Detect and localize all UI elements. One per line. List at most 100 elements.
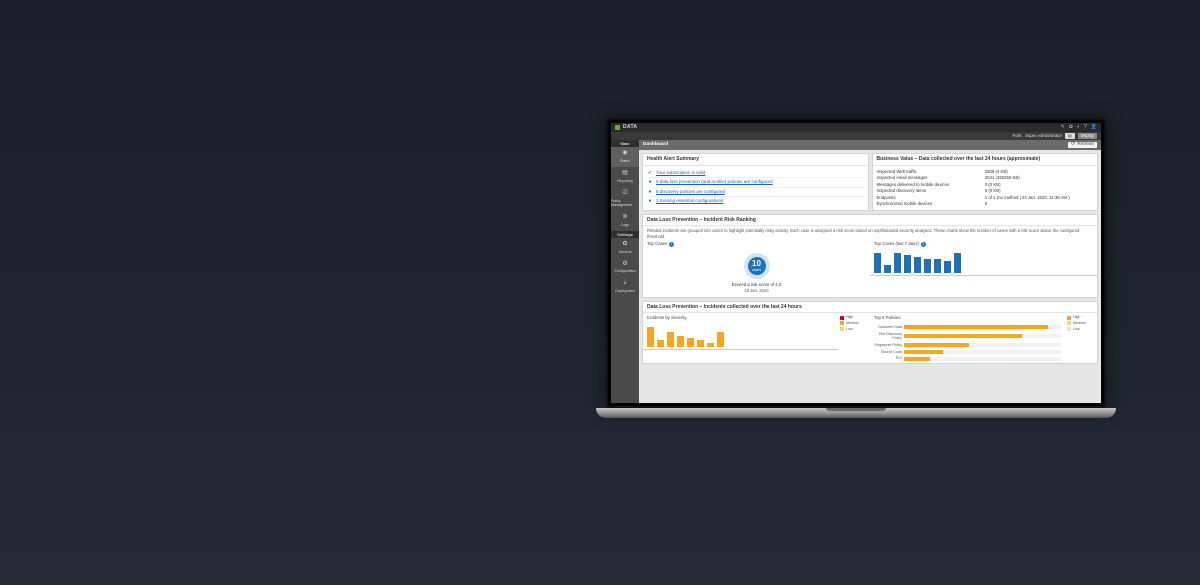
dial-number: 10 (752, 260, 761, 268)
metric-label: Inspected discovery items (877, 188, 985, 194)
settings-flower-icon[interactable]: ✿ (1069, 124, 1073, 131)
refresh-button[interactable]: Refresh (1068, 142, 1097, 148)
metric-value: 1 of 1 (no method | 24 Jan. 2020, 11:38 … (985, 195, 1093, 201)
subheading: Incidents by Severity (647, 315, 687, 321)
legend-label: Low (846, 327, 853, 332)
legend-item: Medium (840, 321, 868, 326)
hbar-row[interactable]: PCI (874, 356, 1061, 361)
bar[interactable] (954, 253, 961, 273)
dial-date: 15 Jan. 2020 (744, 288, 768, 293)
brand-name: DATA (623, 124, 637, 131)
reporting-icon: ▤ (621, 170, 629, 178)
health-link[interactable]: 9 data loss prevention (and mobile) poli… (656, 179, 773, 185)
bar[interactable] (717, 332, 724, 347)
metric-value: 0 (985, 201, 1093, 207)
sidebar-item-label: Configuration (614, 269, 635, 274)
laptop-screen: DATA ✎ ✿ ◐ ? 👤 Role: Super Administrator… (606, 118, 1106, 408)
legend-label: Low (1073, 327, 1080, 332)
top-policies-cell: Top 5 Policies Customer DataTest Discove… (870, 313, 1097, 363)
bar[interactable] (934, 259, 941, 273)
cases-dial[interactable]: 10 cases (744, 253, 770, 279)
bar[interactable] (697, 340, 704, 347)
role-bar: Role: Super Administrator ▤ Deploy (611, 132, 1101, 140)
status-icon: ● (647, 189, 653, 196)
health-row: ●9 data loss prevention (and mobile) pol… (647, 178, 864, 188)
bar[interactable] (914, 257, 921, 273)
legend-item: Low (1067, 327, 1095, 332)
refresh-label: Refresh (1077, 142, 1094, 148)
hbar-label: Fingerprint Policy (874, 343, 902, 348)
bar[interactable] (944, 261, 951, 273)
legend-swatch-icon (840, 316, 844, 320)
hbar-row[interactable]: Source Code (874, 350, 1061, 355)
health-link[interactable]: Your subscription is valid (656, 170, 705, 176)
bar[interactable] (884, 265, 891, 273)
metric-label: Messages delivered to mobile devices (877, 182, 985, 188)
severity-legend: HighMediumLow (838, 313, 870, 363)
subheading: Top Cases (647, 241, 667, 247)
theme-icon[interactable]: ◐ (1077, 124, 1080, 131)
bar[interactable] (707, 343, 714, 347)
bar[interactable] (647, 327, 654, 347)
sidebar-item-deployment[interactable]: ⇣ Deployment (611, 277, 639, 297)
sidebar-item-status[interactable]: ◉ Status (611, 147, 639, 167)
sidebar-section-settings: Settings (611, 231, 639, 238)
sidebar-item-logs[interactable]: ≣ Logs (611, 211, 639, 231)
policy-icon: ⎚ (621, 190, 629, 198)
hbar-row[interactable]: Customer Data (874, 325, 1061, 330)
sidebar-item-configuration[interactable]: ⚙ Configuration (611, 257, 639, 277)
subheading: Top Cases (last 7 days) (874, 241, 919, 247)
sidebar-item-label: Reporting (617, 179, 633, 184)
top-cases-7d-cell: Top Cases (last 7 days)i (870, 239, 1097, 297)
hbar-row[interactable]: Fingerprint Policy (874, 343, 1061, 348)
role-picker-button[interactable]: ▤ (1065, 133, 1075, 139)
help-icon[interactable]: ? (1084, 124, 1087, 131)
bar[interactable] (677, 336, 684, 347)
hbar-track (904, 334, 1061, 338)
chart-top-cases-7d[interactable] (870, 249, 1097, 275)
sidebar-item-policy[interactable]: ⎚ Policy Management (611, 187, 639, 211)
bar[interactable] (924, 259, 931, 273)
breadcrumb: Dashboard (643, 142, 668, 148)
chart-incidents-severity[interactable] (643, 323, 838, 349)
bar[interactable] (667, 332, 674, 347)
policies-legend: HighMediumLow (1065, 313, 1097, 363)
dashboard-grid: Health Alert Summary ✔Your subscription … (639, 150, 1101, 403)
info-icon[interactable]: i (669, 242, 674, 247)
metric-value: 2809 (4 KB) (985, 169, 1093, 175)
panel-dlp-risk: Data Loss Prevention – Incident Risk Ran… (642, 214, 1098, 298)
legend-label: High (1073, 315, 1080, 320)
logs-icon: ≣ (621, 214, 629, 222)
dial-unit: cases (752, 268, 761, 273)
health-link[interactable]: 1 missing essential configurations (656, 198, 723, 204)
role-label: Role: (1012, 133, 1022, 138)
deploy-button[interactable]: Deploy (1078, 133, 1097, 139)
info-icon[interactable]: i (921, 242, 926, 247)
sidebar-item-reporting[interactable]: ▤ Reporting (611, 167, 639, 187)
bar[interactable] (894, 253, 901, 273)
sidebar-item-label: Policy Management (611, 199, 639, 208)
top-cases-cell: Top Casesi 10 cases Exceed a risk score … (643, 239, 870, 297)
breadcrumb-bar: Dashboard Refresh (639, 140, 1101, 150)
legend-swatch-icon (840, 327, 844, 331)
hbar-row[interactable]: Test Discovery Policy (874, 332, 1061, 341)
bar[interactable] (874, 253, 881, 273)
health-link[interactable]: 8 discovery policies are configured (656, 189, 725, 195)
user-icon[interactable]: 👤 (1091, 124, 1097, 131)
hbar-label: PCI (874, 356, 902, 361)
chart-top-policies[interactable]: Customer Data Test Discovery Policy Finger… (870, 323, 1065, 363)
topbar-icon-group: ✎ ✿ ◐ ? 👤 (1061, 124, 1097, 131)
panel-title: Data Loss Prevention – Incident Risk Ran… (643, 215, 1097, 227)
hbar-label: Source Code (874, 350, 902, 355)
bar[interactable] (687, 338, 694, 347)
bar[interactable] (904, 255, 911, 273)
status-icon: ● (647, 179, 653, 186)
bar[interactable] (657, 340, 664, 347)
hbar-fill (904, 325, 1048, 329)
sidebar-item-general[interactable]: ✿ General (611, 238, 639, 258)
laptop-notch (826, 408, 886, 411)
edit-icon[interactable]: ✎ (1061, 124, 1065, 131)
metric-label: Inspected Web traffic (877, 169, 985, 175)
metric-label: Endpoints (877, 195, 985, 201)
health-row: ✔Your subscription is valid (647, 169, 864, 179)
